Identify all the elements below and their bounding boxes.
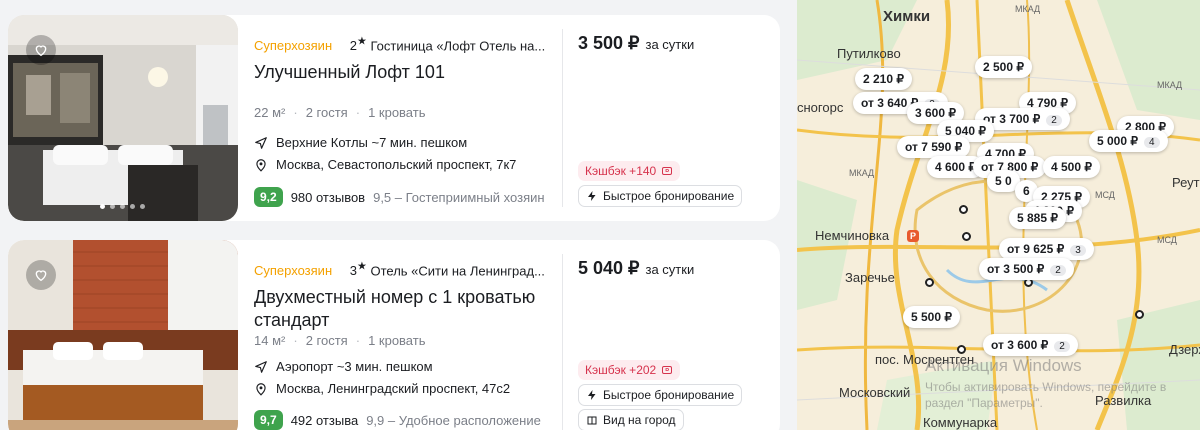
photo-pagination[interactable] [100,204,145,209]
room-guests: 2 гостя [305,105,348,120]
windows-activation-title: Активация Windows [925,356,1082,375]
hotel-name[interactable]: Отель «Сити на Ленинград... [370,263,544,278]
room-area: 14 м² [254,333,286,348]
price-column: 3 500 ₽ за сутки Кэшбэк +140 Быстрое брон… [578,15,778,221]
price-pin[interactable]: 2 210 ₽ [855,68,912,90]
map-road-mkad: МКАД [1157,80,1183,90]
superhost-badge: Суперхозяин [254,263,333,279]
room-beds: 1 кровать [368,333,426,348]
map-label-zarechye: Заречье [845,270,895,285]
map-point[interactable] [962,232,971,241]
price-column: 5 040 ₽ за сутки Кэшбэк +202 Быстрое брон… [578,240,778,430]
address-line: Москва, Ленинградский проспект, 47с2 [254,381,510,396]
divider [562,29,563,207]
address-text: Москва, Ленинградский проспект, 47с2 [276,381,511,396]
metro-line: Аэропорт ~3 мин. пешком [254,359,433,374]
location-pin-icon [256,382,266,396]
instant-booking-badge: Быстрое бронирование [578,185,743,207]
price-pin[interactable]: 5 000 ₽4 [1089,130,1168,152]
favorite-heart-icon[interactable] [26,35,56,65]
hotel-name[interactable]: Гостиница «Лофт Отель на... [370,38,545,53]
map-label-reut: Реут [1172,175,1200,190]
map-label-khimki: Химки [883,8,931,25]
map-road-msd: МСД [1095,190,1115,200]
price: 3 500 ₽ за сутки [578,33,695,53]
host-rating: 9,5 – Гостеприимный хозяин [373,189,545,205]
map-point[interactable] [1135,310,1144,319]
listing-info: Суперхозяин 2★ Гостиница «Лофт Отель на.… [254,15,554,221]
metro-text: Аэропорт ~3 мин. пешком [276,359,433,374]
navigation-arrow-icon [255,360,267,373]
lightning-icon [588,390,596,400]
listing-column: Суперхозяин 2★ Гостиница «Лофт Отель на.… [0,0,796,430]
cashback-badge: Кэшбэк +140 [578,161,681,181]
superhost-badge: Суперхозяин [254,38,333,54]
room-meta: 22 м² · 2 гостя · 1 кровать [254,105,426,120]
map-label-putilkovo: Путилково [837,46,901,61]
price: 5 040 ₽ за сутки [578,258,695,278]
map-road-msd: МСД [1157,235,1177,245]
price-pin[interactable]: от 3 600 ₽2 [983,334,1078,356]
cashback-icon [662,167,673,175]
badge-line: Суперхозяин 3★ Отель «Сити на Ленинград.… [254,260,554,278]
map-label-moskovsky: Московский [839,385,911,400]
map-point[interactable] [959,205,968,214]
address-text: Москва, Севастопольский проспект, 7к7 [276,157,517,172]
listing-info: Суперхозяин 3★ Отель «Сити на Ленинград.… [254,240,554,430]
map-road-mkad: МКАД [1015,4,1041,14]
score-badge: 9,2 [254,187,283,207]
star-rating: 2★ [349,36,367,54]
navigation-arrow-icon [255,136,267,149]
badge-line: Суперхозяин 2★ Гостиница «Лофт Отель на.… [254,35,554,53]
map-road-mkad: МКАД [849,168,875,178]
metro-station-icon: Р [907,230,919,242]
favorite-heart-icon[interactable] [26,260,56,290]
price-pin[interactable]: 2 500 ₽ [975,56,1032,78]
price-pin[interactable]: 5 500 ₽ [903,306,960,328]
price-pin[interactable]: от 7 590 ₽ [897,136,971,158]
rating-line[interactable]: 9,7 492 отзыва 9,9 – Удобное расположени… [254,410,554,430]
instant-booking-badge: Быстрое бронирование [578,384,743,406]
metro-text: Верхние Котлы ~7 мин. пешком [276,135,468,150]
metro-line: Верхние Котлы ~7 мин. пешком [254,135,467,150]
windows-activation-text: раздел "Параметры". [925,396,1043,410]
lightning-icon [588,191,596,201]
listing-card[interactable]: Суперхозяин 2★ Гостиница «Лофт Отель на.… [8,15,780,221]
address-line: Москва, Севастопольский проспект, 7к7 [254,157,516,172]
map-point[interactable] [957,345,966,354]
host-rating: 9,9 – Удобное расположение [366,412,541,428]
star-rating: 3★ [349,261,367,279]
listing-photo[interactable] [8,15,238,221]
room-area: 22 м² [254,105,286,120]
room-beds: 1 кровать [368,105,426,120]
map-label-nemchinovka: Немчиновка [815,228,890,243]
room-title[interactable]: Улучшенный Лофт 101 [254,61,554,84]
rating-line[interactable]: 9,2 980 отзывов 9,5 – Гостеприимный хозя… [254,187,554,207]
room-title[interactable]: Двухместный номер с 1 кроватью стандарт [254,286,554,332]
cashback-badge: Кэшбэк +202 [578,360,681,380]
cashback-icon [662,366,673,374]
score-badge: 9,7 [254,410,283,430]
map-panel[interactable]: Химки Путилково сногорс Немчиновка Зареч… [797,0,1200,430]
room-meta: 14 м² · 2 гостя · 1 кровать [254,333,426,348]
windows-activation-text: Чтобы активировать Windows, перейдите в [925,380,1167,394]
reviews-count: 492 отзыва [290,412,359,428]
location-pin-icon [256,158,266,172]
price-pin[interactable]: от 3 500 ₽2 [979,258,1074,280]
map-label-krasnogorsk: сногорс [797,100,844,115]
listing-photo[interactable] [8,240,238,430]
city-view-badge: Вид на город [578,409,684,430]
map-label-razvilka: Развилка [1095,393,1152,408]
divider [562,254,563,430]
city-view-icon [587,416,597,425]
reviews-count: 980 отзывов [290,189,366,205]
map-label-kommunarka: Коммунарка [923,415,998,430]
price-pin[interactable]: от 9 625 ₽3 [999,238,1094,260]
room-guests: 2 гостя [305,333,348,348]
price-pin[interactable]: 5 885 ₽ [1009,207,1066,229]
map-label-dzerzh: Дзерж [1169,342,1200,357]
listing-card[interactable]: Суперхозяин 3★ Отель «Сити на Ленинград.… [8,240,780,430]
map-point[interactable] [925,278,934,287]
price-pin[interactable]: 4 500 ₽ [1043,156,1100,178]
